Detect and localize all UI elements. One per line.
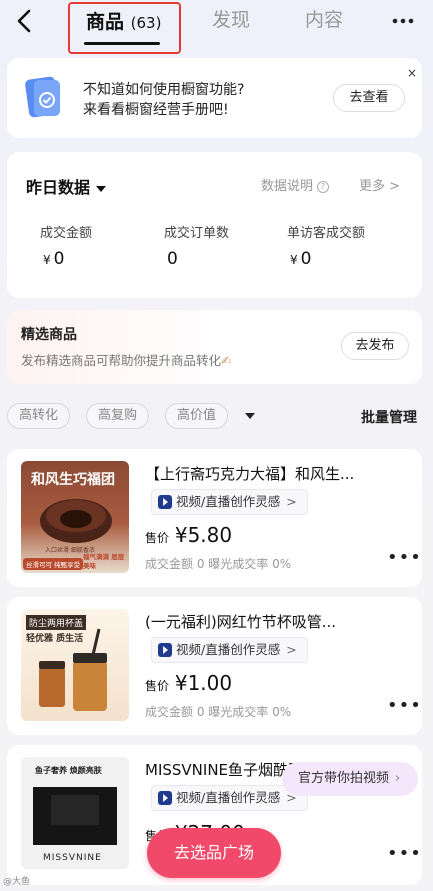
back-arrow-icon[interactable] (12, 6, 38, 36)
stat-label-per-visitor: 单访客成交额 (287, 226, 366, 241)
guide-text: 不知道如何使用橱窗功能? 来看看橱窗经营手册吧! (83, 80, 244, 120)
product-title[interactable]: (一元福利)网红竹节杯吸管... (145, 611, 385, 632)
product-card[interactable]: 和风生巧福团 入口丝滑 细腻香浓 丝滑可可 纯甄享受 福气满满 层层美味 【上行… (7, 449, 422, 587)
close-icon[interactable]: × (407, 66, 417, 80)
pen-icon: ✍ (221, 353, 232, 368)
product-image-caption: 防尘两用杯盖 (26, 615, 87, 630)
filter-chip-high-conversion[interactable]: 高转化 (7, 403, 71, 429)
stat-value-orders: 0 (167, 249, 178, 269)
tab-goods-count: (63) (130, 14, 162, 32)
product-metrics: 成交金额 0 曝光成交率 0% (145, 557, 292, 571)
guide-line-2: 来看看橱窗经营手册吧! (83, 102, 229, 118)
filter-expand-icon[interactable] (245, 413, 255, 419)
chevron-right-icon: > (286, 642, 297, 657)
batch-manage-button[interactable]: 批量管理 (361, 407, 417, 427)
product-price: 售价 ¥5.80 (145, 523, 233, 547)
official-video-button[interactable]: 官方带你拍视频 › (282, 762, 418, 796)
stat-label-orders: 成交订单数 (164, 226, 230, 241)
product-card[interactable]: 防尘两用杯盖 轻优雅 质生活 (一元福利)网红竹节杯吸管... 视频/直播创作灵… (7, 597, 422, 735)
product-image[interactable]: 防尘两用杯盖 轻优雅 质生活 (21, 609, 129, 721)
product-image-caption: 和风生巧福团 (31, 472, 115, 488)
stats-card: 昨日数据 数据说明? 更多 > 成交金额 ¥0 成交订单数 0 单访客成交额 ¥… (7, 152, 422, 298)
product-title[interactable]: 【上行斋巧克力大福】和风生... (145, 463, 385, 484)
product-square-button[interactable]: 去选品广场 (147, 828, 281, 878)
guide-banner: 不知道如何使用橱窗功能? 来看看橱窗经营手册吧! 去查看 × (7, 58, 422, 138)
guide-line-1: 不知道如何使用橱窗功能? (83, 82, 245, 98)
stats-more-link[interactable]: 更多 > (359, 175, 400, 194)
stat-label-gmv: 成交金额 (40, 226, 93, 241)
tab-find[interactable]: 发现 (212, 6, 250, 34)
publish-button[interactable]: 去发布 (341, 332, 409, 360)
product-more-icon[interactable]: ••• (387, 843, 422, 864)
chevron-right-icon: > (286, 494, 297, 509)
stats-period-selector[interactable]: 昨日数据 (26, 174, 107, 198)
product-image[interactable]: 和风生巧福团 入口丝滑 细腻香浓 丝滑可可 纯甄享受 福气满满 层层美味 (21, 461, 129, 573)
more-options-icon[interactable] (390, 10, 416, 32)
tab-goods-label: 商品 (86, 11, 125, 33)
tab-content[interactable]: 内容 (305, 6, 343, 34)
product-image-caption: 丝滑可可 纯甄享受 (23, 558, 84, 570)
data-help-link[interactable]: 数据说明? (261, 175, 330, 194)
product-image-caption: MISSVNINE (43, 853, 102, 863)
product-price: 售价 ¥1.00 (145, 671, 233, 695)
product-metrics: 成交金额 0 曝光成交率 0% (145, 705, 292, 719)
product-more-icon[interactable]: ••• (387, 695, 422, 716)
question-icon: ? (317, 180, 330, 193)
product-image[interactable]: 鱼子奢养 焕颜亮肤 MISSVNINE (21, 757, 129, 869)
product-image-caption: 鱼子奢养 焕颜亮肤 (35, 766, 102, 775)
watermark: @大鱼 (3, 877, 31, 887)
product-image-caption: 轻优雅 质生活 (26, 634, 84, 644)
data-help-label: 数据说明 (261, 179, 314, 194)
manual-book-icon (25, 76, 60, 118)
caret-down-icon (96, 185, 107, 192)
view-guide-button[interactable]: 去查看 (333, 84, 405, 112)
filter-chip-high-repurchase[interactable]: 高复购 (86, 403, 150, 429)
video-play-icon (158, 642, 172, 657)
video-play-icon (158, 494, 172, 509)
product-more-icon[interactable]: ••• (387, 547, 422, 568)
creation-inspiration-tag[interactable]: 视频/直播创作灵感 > (151, 637, 308, 663)
stat-value-gmv: ¥0 (43, 249, 65, 269)
featured-goods-card: 精选商品 发布精选商品可帮助你提升商品转化✍ 去发布 (7, 310, 422, 384)
filter-chip-high-value[interactable]: 高价值 (165, 403, 229, 429)
featured-subtitle: 发布精选商品可帮助你提升商品转化✍ (21, 353, 232, 368)
creation-inspiration-tag[interactable]: 视频/直播创作灵感 > (151, 489, 308, 515)
active-tab-indicator (84, 42, 160, 45)
stats-title: 昨日数据 (26, 178, 91, 197)
video-play-icon (158, 790, 172, 805)
chevron-right-icon: › (395, 771, 401, 786)
stat-value-per-visitor: ¥0 (290, 249, 312, 269)
tab-goods[interactable]: 商品 (63) (68, 2, 181, 54)
top-nav: 商品 (63) 发现 内容 (0, 0, 433, 56)
featured-title: 精选商品 (21, 327, 77, 343)
product-image-caption: 福气满满 层层美味 (83, 553, 125, 570)
